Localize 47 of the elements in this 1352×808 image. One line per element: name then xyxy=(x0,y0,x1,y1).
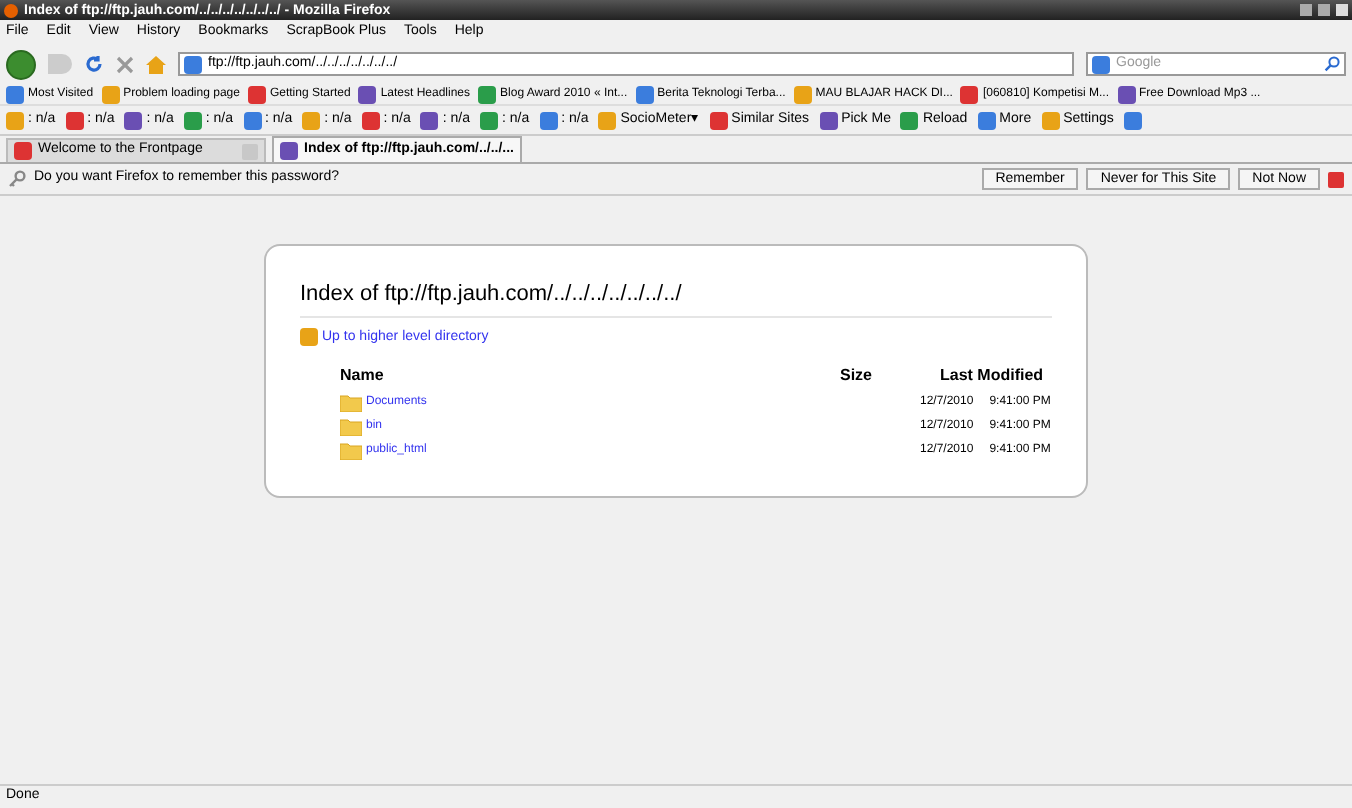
bookmark-icon xyxy=(960,85,979,103)
index-heading: Index of ftp://ftp.jauh.com/../../../../../../../ xyxy=(300,278,1052,317)
bookmark-icon xyxy=(101,85,120,103)
stop-icon[interactable] xyxy=(116,55,134,73)
bookmark-icon xyxy=(793,85,812,103)
column-header: Size xyxy=(840,364,875,388)
addon-icon xyxy=(480,111,498,129)
addon-icon xyxy=(1041,111,1060,129)
addon-icon xyxy=(65,111,84,129)
close-button[interactable] xyxy=(1336,4,1348,16)
bookmark-icon xyxy=(247,85,266,103)
tab-close-button[interactable] xyxy=(242,143,258,159)
bookmark-icon xyxy=(358,85,377,103)
addon-icon xyxy=(977,111,996,129)
addon-icon xyxy=(420,111,439,129)
addon-icon xyxy=(124,111,143,129)
key-icon xyxy=(8,170,26,188)
page-icon xyxy=(184,55,202,73)
addon-icon xyxy=(598,111,617,129)
maximize-button[interactable] xyxy=(1318,4,1330,16)
addon-icon xyxy=(243,111,261,129)
addon-icon xyxy=(709,111,728,129)
folder-icon xyxy=(340,442,362,460)
addon-icon xyxy=(539,111,558,129)
site-icon xyxy=(280,141,298,159)
forward-button[interactable] xyxy=(48,54,72,74)
site-icon xyxy=(14,142,32,160)
close-icon[interactable] xyxy=(1328,171,1344,187)
bookmark-icon xyxy=(6,85,24,103)
reload-icon[interactable] xyxy=(84,54,104,74)
home-icon[interactable] xyxy=(146,55,166,73)
folder-icon xyxy=(340,394,362,412)
search-icon[interactable] xyxy=(1324,56,1340,72)
bookmark-icon xyxy=(1117,85,1136,103)
bookmark-icon xyxy=(478,85,497,103)
addon-icon xyxy=(302,111,321,129)
minimize-button[interactable] xyxy=(1300,4,1312,16)
folder-icon xyxy=(340,418,362,436)
addon-icon xyxy=(183,111,202,129)
addon-icon xyxy=(900,111,919,129)
back-button[interactable] xyxy=(6,49,36,79)
bookmark-icon xyxy=(635,85,654,103)
addon-icon xyxy=(361,111,380,129)
addon-icon xyxy=(819,111,838,129)
addon-icon xyxy=(6,111,24,129)
column-header: Last Modified xyxy=(938,364,1046,388)
column-header: Name xyxy=(340,364,386,388)
